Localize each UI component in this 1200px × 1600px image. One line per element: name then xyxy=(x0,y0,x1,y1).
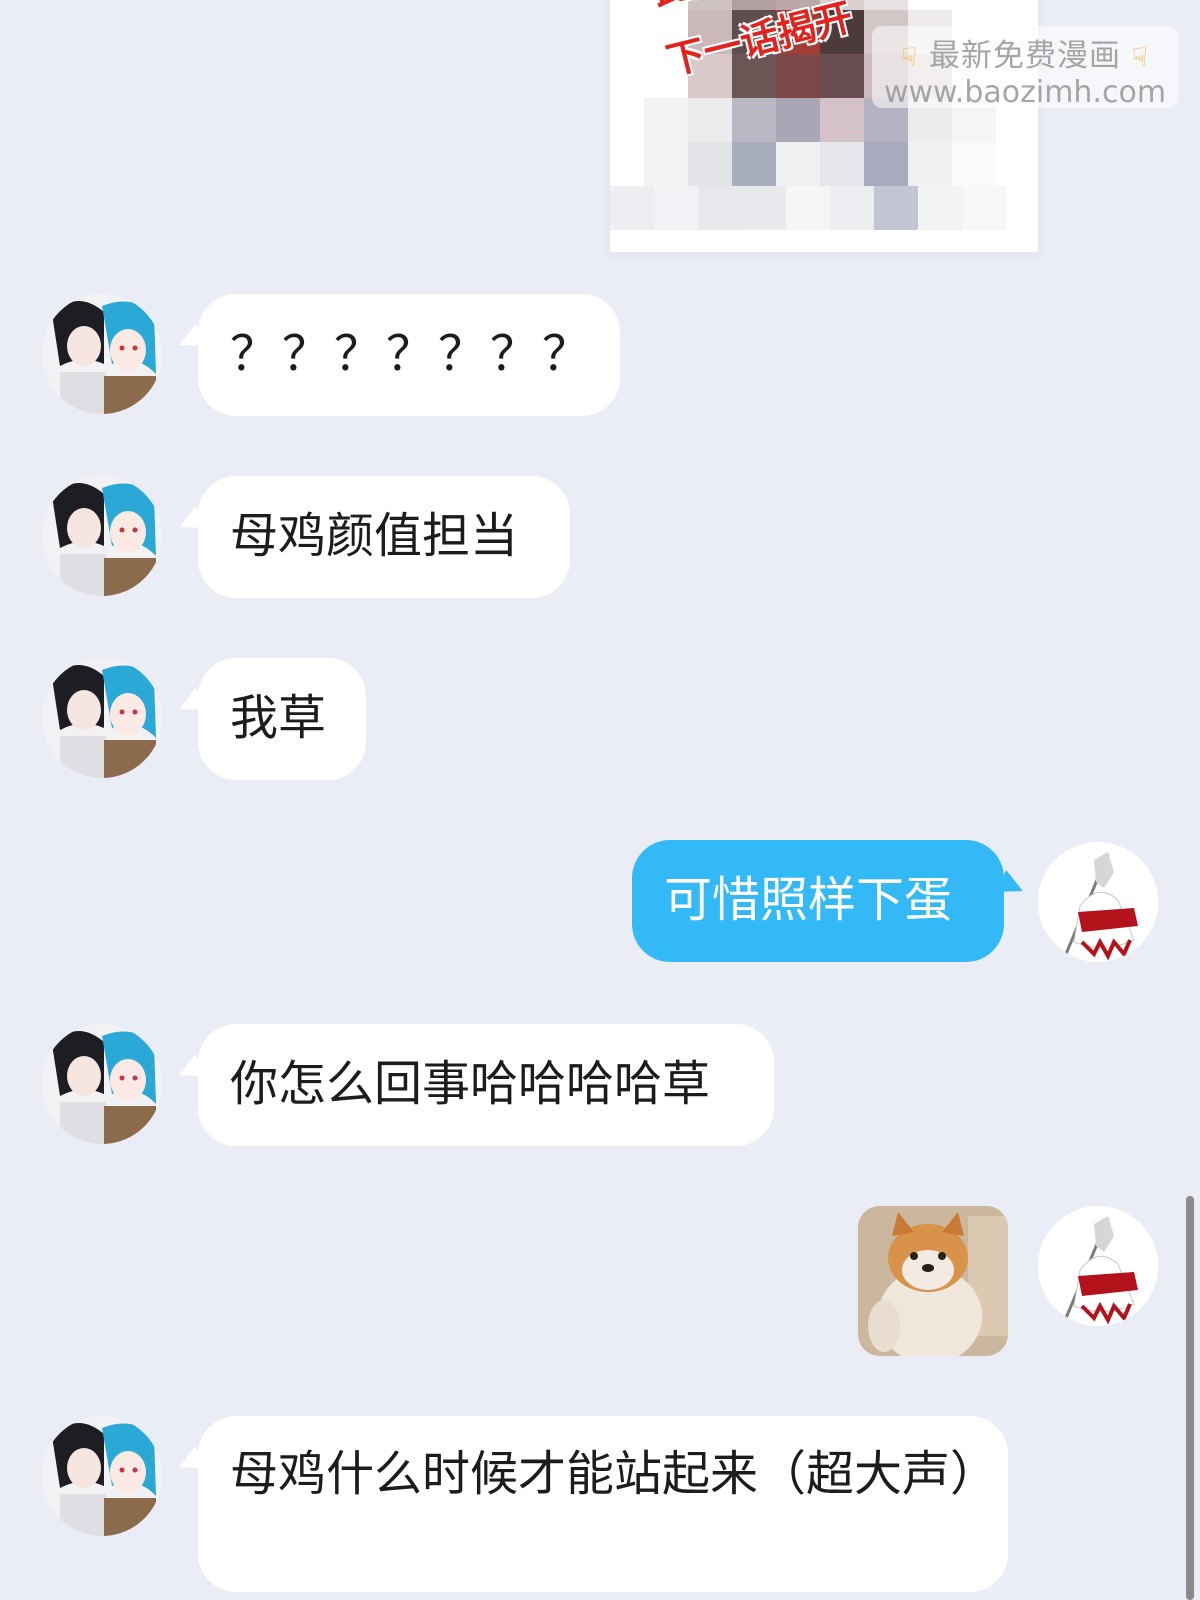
scrollbar[interactable] xyxy=(1186,1196,1194,1600)
my-avatar[interactable] xyxy=(1038,842,1158,962)
friend-avatar[interactable] xyxy=(42,1024,162,1144)
message-bubble[interactable]: 我草 xyxy=(198,658,366,780)
message-text: 母鸡什么时候才能站起来（超大声） xyxy=(230,1446,999,1502)
friend-avatar[interactable] xyxy=(42,1416,162,1536)
pointing-down-hand-icon: ☟ xyxy=(1131,43,1149,73)
friend-avatar[interactable] xyxy=(42,658,162,778)
message-bubble[interactable]: 母鸡颜值担当 xyxy=(198,476,570,598)
chat-area[interactable]: 此处 下一话揭开 ☟ 最新免费漫画 ☟ www.baozimh.com ？？？？… xyxy=(0,0,1200,1600)
message-text: 我草 xyxy=(230,690,327,746)
watermark-url: www.baozimh.com xyxy=(883,75,1167,110)
my-avatar[interactable] xyxy=(1038,1206,1158,1326)
message-bubble[interactable]: ？？？？？？？ xyxy=(198,294,620,416)
message-text: ？？？？？？？ xyxy=(230,326,595,382)
watermark-title: 最新免费漫画 xyxy=(929,38,1121,74)
shiba-dog-sticker[interactable] xyxy=(858,1206,1008,1356)
friend-avatar[interactable] xyxy=(42,294,162,414)
outgoing-message-bubble[interactable]: 可惜照样下蛋 xyxy=(632,840,1004,962)
message-text: 母鸡颜值担当 xyxy=(230,508,519,564)
message-text: 你怎么回事哈哈哈哈草 xyxy=(230,1056,711,1112)
message-text: 可惜照样下蛋 xyxy=(664,872,953,928)
friend-avatar[interactable] xyxy=(42,476,162,596)
message-bubble[interactable]: 母鸡什么时候才能站起来（超大声） xyxy=(198,1416,1008,1592)
message-bubble[interactable]: 你怎么回事哈哈哈哈草 xyxy=(198,1024,774,1146)
watermark: ☟ 最新免费漫画 ☟ www.baozimh.com xyxy=(872,26,1178,110)
pointing-down-hand-icon: ☟ xyxy=(901,43,919,73)
